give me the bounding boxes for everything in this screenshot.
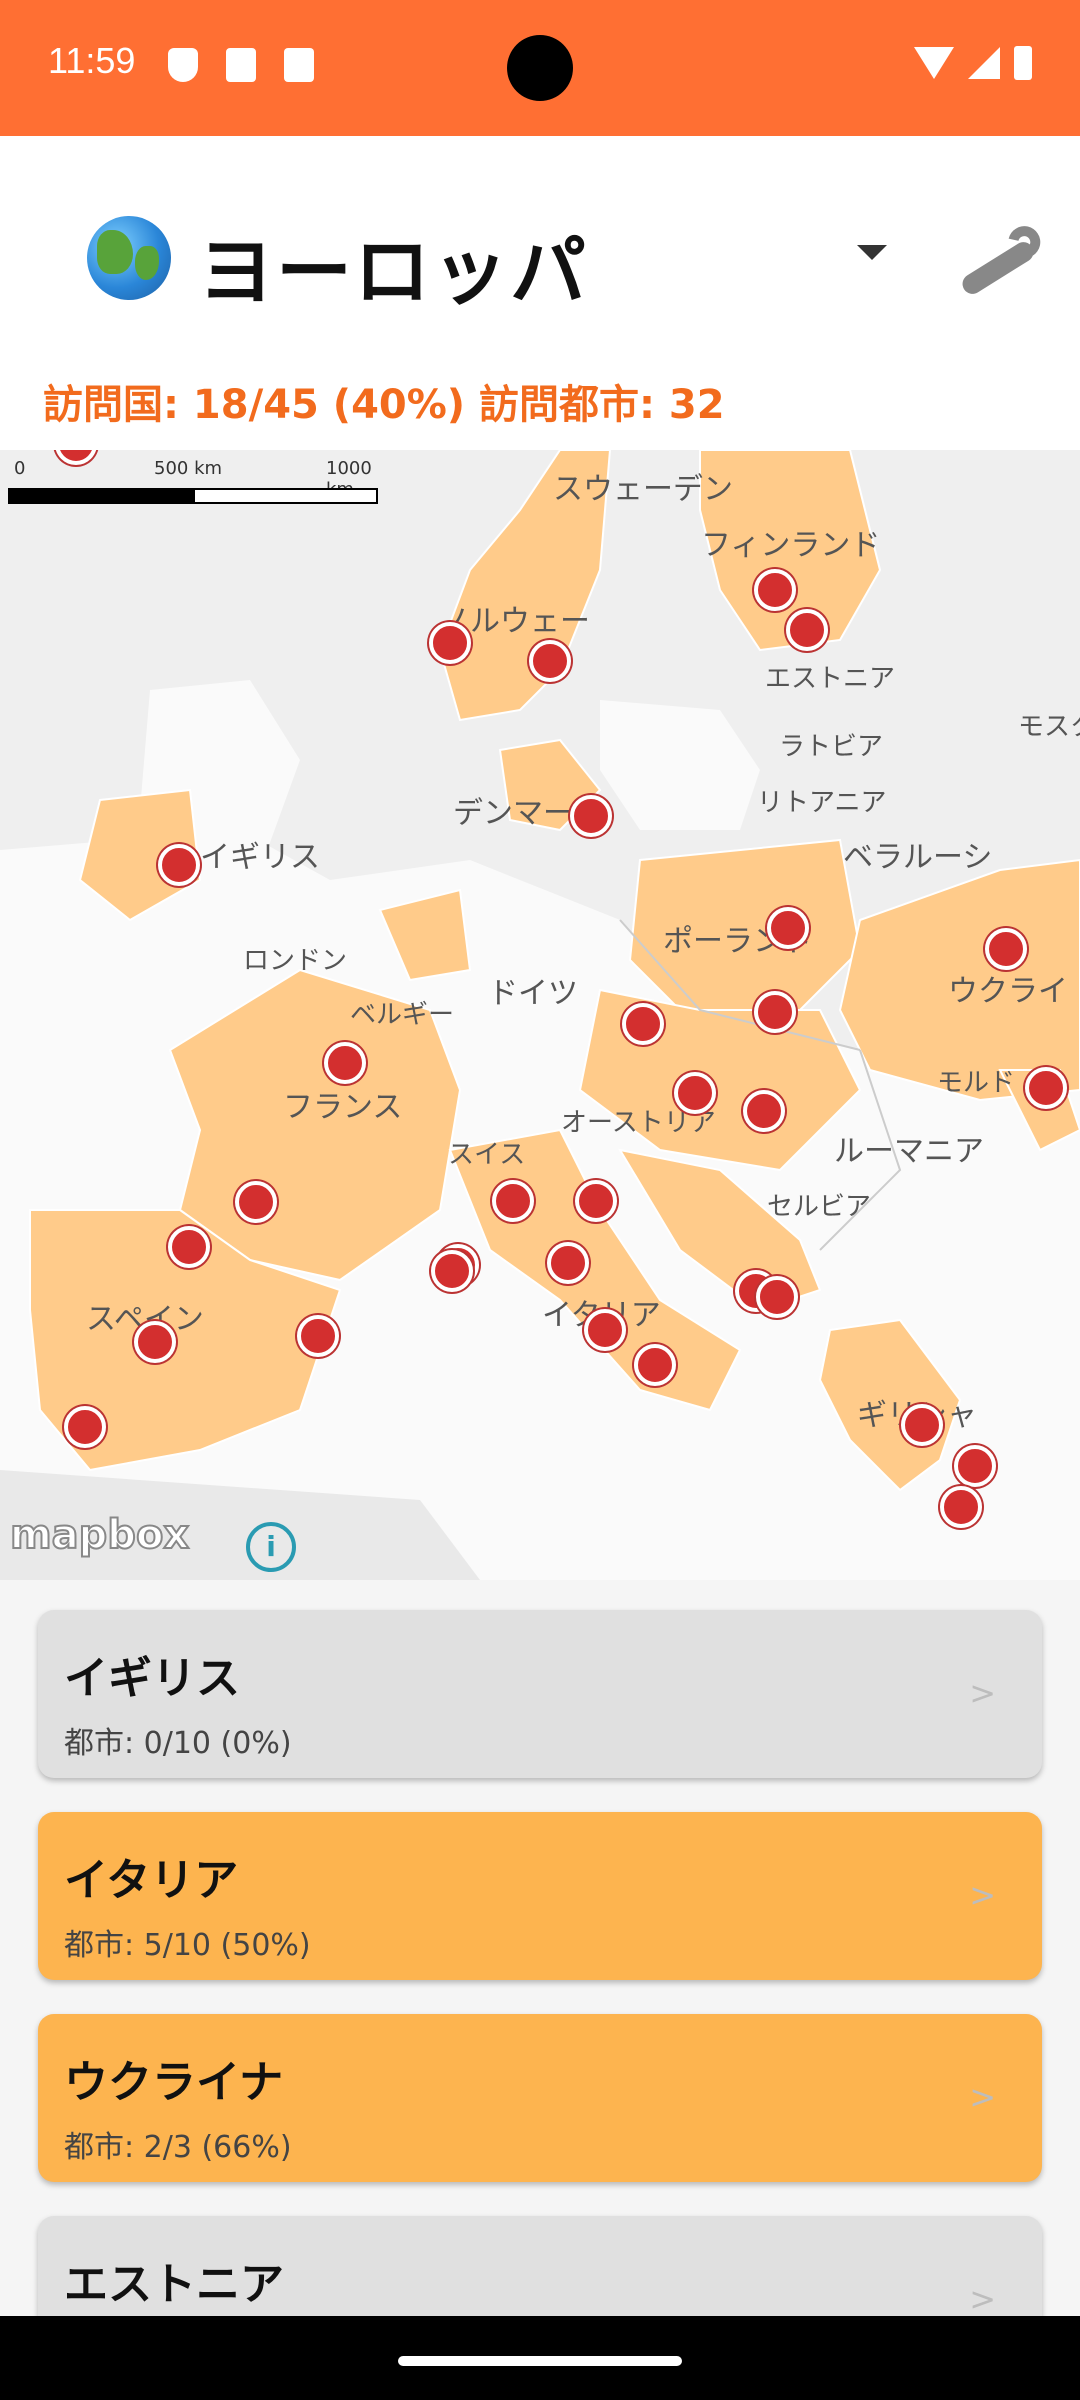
city-marker[interactable] — [324, 1042, 366, 1084]
visit-stats: 訪問国: 18/45 (40%) 訪問都市: 32 — [43, 382, 725, 428]
city-marker[interactable] — [1025, 1067, 1067, 1109]
app-header: ヨーロッパ 訪問国: 18/45 (40%) 訪問都市: 32 — [0, 136, 1080, 450]
sd-card-icon — [226, 48, 256, 82]
country-card-uk[interactable]: イギリス 都市: 0/10 (0%) > — [38, 1610, 1042, 1778]
city-marker[interactable] — [297, 1315, 339, 1357]
dropdown-arrow-icon[interactable] — [857, 245, 887, 260]
city-marker[interactable] — [940, 1486, 982, 1528]
city-marker[interactable] — [754, 991, 796, 1033]
city-marker[interactable] — [754, 569, 796, 611]
country-cities: 都市: 2/3 (66%) — [64, 2130, 292, 2165]
label-germany: ドイツ — [488, 976, 578, 1011]
country-cities: 都市: 5/10 (50%) — [64, 1928, 311, 1963]
city-marker[interactable] — [492, 1180, 534, 1222]
map-scale: 0 500 km 1000 km — [8, 458, 378, 504]
city-marker[interactable] — [767, 907, 809, 949]
system-nav-bar — [0, 2316, 1080, 2400]
city-marker[interactable] — [529, 640, 571, 682]
label-france: フランス — [283, 1090, 403, 1125]
country-list[interactable]: イギリス 都市: 0/10 (0%) > イタリア 都市: 5/10 (50%)… — [0, 1580, 1080, 2316]
country-name: ウクライナ — [64, 2057, 284, 2108]
label-sweden: スウェーデン — [553, 472, 733, 507]
country-name: エストニア — [64, 2259, 284, 2310]
city-marker[interactable] — [584, 1309, 626, 1351]
city-marker[interactable] — [786, 609, 828, 651]
home-gesture-bar[interactable] — [398, 2356, 682, 2366]
city-marker[interactable] — [743, 1090, 785, 1132]
scale-bar — [8, 488, 378, 504]
country-card-ukraine[interactable]: ウクライナ 都市: 2/3 (66%) > — [38, 2014, 1042, 2182]
keyboard-icon — [284, 48, 314, 82]
status-time: 11:59 — [48, 40, 136, 81]
country-card-estonia[interactable]: エストニア > — [38, 2216, 1042, 2316]
label-lithuania: リトアニア — [757, 788, 887, 818]
label-morocco: モロッコ — [8, 1570, 104, 1580]
chevron-right-icon: > — [969, 2280, 996, 2316]
country-name: イタリア — [64, 1855, 239, 1906]
label-switzerland: スイス — [448, 1140, 526, 1170]
city-marker[interactable] — [622, 1003, 664, 1045]
scale-zero: 0 — [14, 458, 26, 479]
city-marker[interactable] — [756, 1276, 798, 1318]
label-london: ロンドン — [243, 946, 348, 976]
city-marker[interactable] — [570, 795, 612, 837]
chevron-right-icon: > — [969, 1674, 996, 1712]
cell-signal-icon — [968, 47, 1000, 79]
map-view[interactable]: 0 500 km 1000 km スウェーデン フィンランド ノルウェー エスト… — [0, 450, 1080, 1580]
mapbox-logo[interactable]: mapbox — [9, 1511, 190, 1559]
label-serbia: セルビア — [767, 1192, 872, 1222]
label-uk: イギリス — [200, 840, 320, 875]
label-belarus: ベラルーシ — [843, 840, 993, 875]
city-marker[interactable] — [134, 1321, 176, 1363]
globe-icon — [87, 216, 171, 300]
label-ukraine: ウクライ — [948, 974, 1068, 1009]
city-marker[interactable] — [168, 1226, 210, 1268]
city-marker[interactable] — [431, 1250, 473, 1292]
scale-mid: 500 km — [154, 458, 223, 479]
city-marker[interactable] — [954, 1445, 996, 1487]
city-marker[interactable] — [158, 844, 200, 886]
city-marker[interactable] — [429, 622, 471, 664]
label-moscow: モスク — [1018, 712, 1080, 742]
label-moldova: モルド — [937, 1068, 1016, 1098]
camera-cutout — [507, 35, 573, 101]
label-romania: ルーマニア — [834, 1134, 984, 1169]
label-estonia: エストニア — [765, 664, 896, 694]
chevron-right-icon: > — [969, 2078, 996, 2116]
country-name: イギリス — [64, 1653, 240, 1704]
label-belgium: ベルギー — [350, 1000, 455, 1030]
city-marker[interactable] — [901, 1404, 943, 1446]
city-marker[interactable] — [235, 1181, 277, 1223]
city-marker[interactable] — [674, 1072, 716, 1114]
region-selector[interactable]: ヨーロッパ — [198, 210, 588, 320]
country-card-italy[interactable]: イタリア 都市: 5/10 (50%) > — [38, 1812, 1042, 1980]
status-bar: 11:59 — [0, 0, 1080, 136]
city-marker[interactable] — [547, 1242, 589, 1284]
battery-icon — [1014, 46, 1032, 80]
shield-icon — [168, 48, 198, 82]
chevron-right-icon: > — [969, 1876, 996, 1914]
wifi-icon — [914, 47, 954, 79]
country-cities: 都市: 0/10 (0%) — [64, 1726, 292, 1761]
city-marker[interactable] — [575, 1180, 617, 1222]
info-icon[interactable]: i — [246, 1522, 296, 1572]
city-marker[interactable] — [634, 1344, 676, 1386]
wrench-icon[interactable] — [958, 238, 1038, 298]
label-finland: フィンランド — [701, 528, 881, 563]
city-marker[interactable] — [985, 928, 1027, 970]
label-latvia: ラトビア — [779, 732, 884, 762]
city-marker[interactable] — [64, 1406, 106, 1448]
